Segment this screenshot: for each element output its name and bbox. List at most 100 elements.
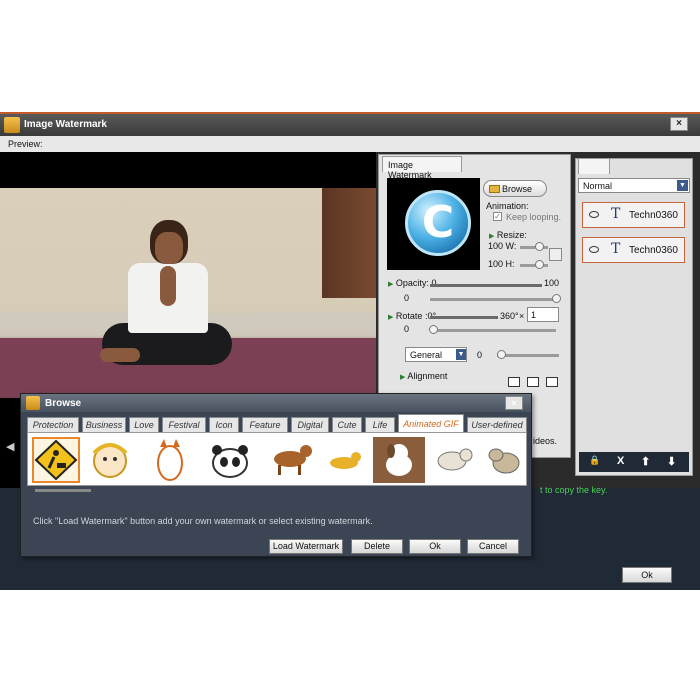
gallery-item-selected[interactable] [32, 437, 80, 483]
browse-dialog: Browse × Protection Business Love Festiv… [20, 393, 532, 557]
move-down-icon[interactable]: ⬇ [667, 455, 676, 468]
resize-height-knob[interactable] [535, 260, 544, 269]
text-layer-icon: T [611, 241, 621, 257]
aspect-lock-icon[interactable] [549, 248, 562, 261]
move-up-icon[interactable]: ⬆ [641, 455, 650, 468]
ok-button[interactable]: Ok [409, 539, 461, 554]
person-foot [100, 348, 140, 362]
watermark-thumbnail: C [387, 178, 480, 270]
volume-icon[interactable]: ◀ [6, 440, 14, 453]
gallery-item[interactable] [320, 437, 368, 483]
resize-label: ▶ Resize: [489, 230, 527, 240]
browse-label: Browse [502, 184, 533, 194]
eye-icon[interactable] [589, 211, 599, 218]
rotate-step-value: 1 [531, 310, 537, 320]
construction-sign-icon [34, 439, 78, 481]
cancel-button[interactable]: Cancel [467, 539, 519, 554]
gallery-item[interactable] [206, 437, 254, 483]
gallery-item[interactable] [480, 437, 528, 483]
general-slider[interactable] [497, 354, 559, 357]
align-top-left[interactable] [508, 377, 520, 387]
blend-mode-select[interactable]: Normal ▼ [578, 178, 690, 193]
app-lock-icon [26, 396, 40, 410]
donkey-icon [488, 448, 520, 474]
resize-text: Resize: [496, 230, 527, 240]
expand-arrow-icon: ▶ [400, 374, 406, 381]
expand-arrow-icon: ▶ [388, 314, 394, 321]
browse-button[interactable]: Browse [483, 180, 547, 197]
folder-icon [489, 185, 500, 193]
tab-animated-gif[interactable]: Animated GIF [398, 414, 464, 433]
screen: Image Watermark × Preview: ◀ t to copy t… [0, 0, 700, 700]
door-image [322, 188, 376, 298]
tab-feature[interactable]: Feature [242, 417, 288, 433]
checkbox-check-icon[interactable]: ✓ [493, 212, 502, 221]
preview-label: Preview: [8, 139, 43, 149]
tab-protection[interactable]: Protection [27, 417, 79, 433]
keep-looping-label: Keep looping. [506, 212, 562, 222]
load-watermark-button[interactable]: Load Watermark [269, 539, 343, 554]
videos-text: ideos. [533, 436, 558, 446]
tab-digital[interactable]: Digital [291, 417, 329, 433]
tab-festival[interactable]: Festival [162, 417, 206, 433]
gallery-item[interactable] [373, 437, 425, 483]
chevron-down-icon[interactable]: ▼ [677, 180, 688, 191]
tab-icon[interactable]: Icon [209, 417, 239, 433]
general-knob[interactable] [497, 350, 506, 359]
video-frame [0, 188, 376, 398]
opacity-knob[interactable] [552, 294, 561, 303]
keep-looping-checkbox[interactable]: ✓ Keep looping. [493, 212, 561, 222]
rotate-slider[interactable] [430, 329, 556, 332]
rotate-step-spinner[interactable]: 1 [527, 307, 559, 322]
rotate-row: ▶ Rotate :0° [388, 311, 436, 321]
rotate-multiply: × [519, 311, 525, 321]
gallery-item[interactable] [146, 437, 194, 483]
rotate-knob[interactable] [429, 325, 438, 334]
align-top-right[interactable] [546, 377, 558, 387]
chevron-down-icon[interactable]: ▼ [456, 349, 466, 360]
general-selected: General [410, 350, 443, 360]
opacity-slider[interactable] [430, 298, 556, 301]
gallery-item[interactable] [264, 437, 312, 483]
resize-width-row: 100 W: [488, 241, 516, 251]
close-button[interactable]: × [670, 117, 688, 131]
general-select[interactable]: General ▼ [405, 347, 467, 362]
tab-business[interactable]: Business [82, 417, 126, 433]
main-ok-button[interactable]: Ok [622, 567, 672, 583]
tab-image-watermark[interactable]: Image Watermark [382, 156, 462, 180]
browse-titlebar: Browse × [21, 394, 531, 412]
delete-layer-icon[interactable]: X [617, 455, 624, 467]
gallery-scrollbar[interactable] [35, 489, 91, 492]
gallery-item[interactable] [430, 437, 478, 483]
layer-item[interactable]: T Techn0360 [582, 237, 685, 263]
resize-height-label: H: [505, 259, 515, 269]
rotate-label: Rotate [395, 311, 423, 321]
resize-width-label: W: [505, 241, 517, 251]
browse-title: Browse [45, 398, 82, 409]
delete-button[interactable]: Delete [351, 539, 403, 554]
tab-life[interactable]: Life [365, 417, 395, 433]
cat-sketch-icon [157, 439, 183, 481]
rotate-range-bar [430, 316, 498, 319]
layer-item[interactable]: T Techn0360 [582, 202, 685, 228]
gallery-item[interactable] [86, 437, 134, 483]
eye-icon[interactable] [589, 246, 599, 253]
key-hint: t to copy the key. [540, 485, 608, 495]
cartoon-dog-icon [386, 444, 412, 476]
alignment-label: Alignment [407, 371, 448, 381]
opacity-max: 100 [544, 278, 560, 288]
goat-icon [437, 448, 473, 471]
close-button[interactable]: × [505, 396, 523, 410]
rotate-value: 0 [404, 324, 410, 334]
tab-user-defined[interactable]: User-defined [467, 417, 527, 433]
animation-label: Animation: [486, 201, 529, 211]
align-top-center[interactable] [527, 377, 539, 387]
opacity-range-bar [430, 284, 542, 287]
person-face [155, 232, 183, 264]
tab-love[interactable]: Love [129, 417, 159, 433]
layers-tab[interactable] [578, 158, 610, 174]
lock-icon[interactable]: 🔒 [589, 455, 600, 466]
layer-toolbar: 🔒 X ⬆ ⬇ [579, 452, 689, 472]
tab-cute[interactable]: Cute [332, 417, 362, 433]
resize-width-knob[interactable] [535, 242, 544, 251]
